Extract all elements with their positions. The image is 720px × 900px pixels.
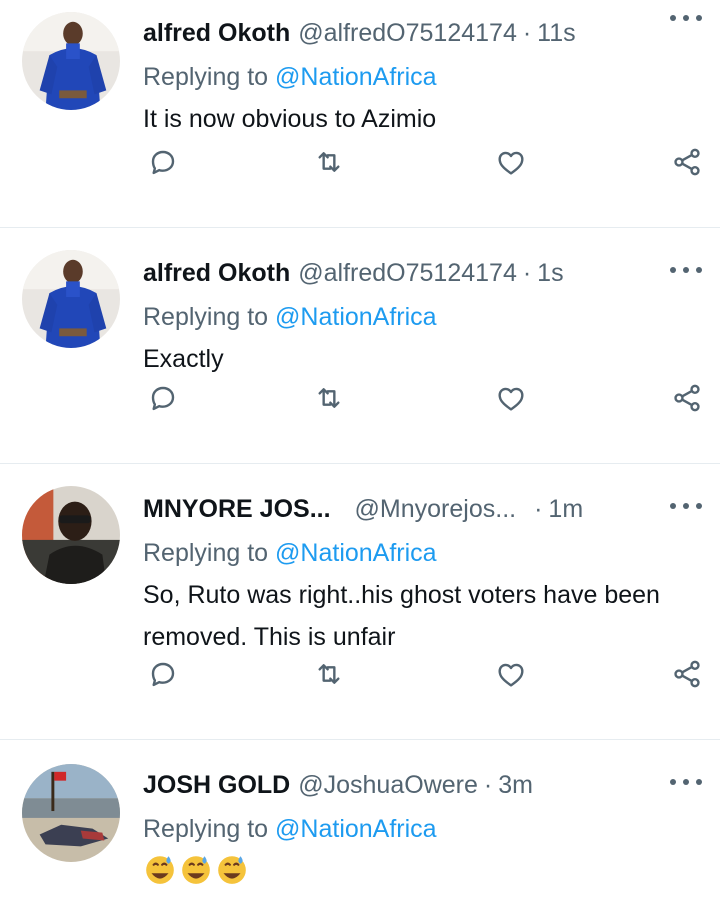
reply-button[interactable]	[145, 380, 181, 416]
retweet-icon	[318, 152, 340, 172]
like-icon	[498, 387, 524, 411]
retweet-button[interactable]	[311, 144, 347, 180]
tweet[interactable]: JOSH GOLD @JoshuaOwere · 3m Replying to …	[0, 740, 720, 900]
retweet-icon	[318, 664, 340, 684]
more-icon[interactable]	[670, 258, 702, 282]
like-button[interactable]	[493, 144, 529, 180]
share-button[interactable]	[669, 380, 705, 416]
avatar-image	[22, 12, 120, 110]
tweet-text: So, Ruto was right..his ghost voters hav…	[143, 581, 660, 651]
like-button[interactable]	[493, 380, 529, 416]
tweet[interactable]: alfred Okoth @alfredO75124174 · 11s Repl…	[0, 0, 720, 228]
reply-icon	[151, 150, 175, 175]
replying-to: Replying to @NationAfrica	[143, 536, 720, 570]
replying-to: Replying to @NationAfrica	[143, 60, 720, 94]
separator-dot: ·	[522, 259, 532, 287]
author-handle[interactable]: @alfredO75124174	[298, 16, 517, 50]
like-icon	[498, 663, 524, 687]
more-icon[interactable]	[670, 494, 702, 518]
avatar-image	[22, 764, 120, 862]
reply-button[interactable]	[145, 144, 181, 180]
replying-to-label: Replying to	[143, 303, 269, 331]
timestamp[interactable]: 1s	[537, 256, 563, 290]
tweet-text: It is now obvious to Azimio	[143, 105, 437, 133]
retweet-button[interactable]	[311, 656, 347, 692]
author-handle[interactable]: @Mnyorejos...	[355, 492, 517, 526]
author-name[interactable]: JOSH GOLD	[143, 768, 290, 802]
replying-to: Replying to @NationAfrica	[143, 300, 720, 334]
tweet-text: Exactly	[143, 345, 224, 373]
author-name[interactable]: alfred Okoth	[143, 256, 290, 290]
separator-dot: ·	[522, 19, 532, 47]
share-button[interactable]	[669, 144, 705, 180]
more-icon[interactable]	[670, 6, 702, 30]
tweet-text	[143, 852, 720, 886]
mention-link[interactable]: @NationAfrica	[275, 539, 437, 567]
author-name[interactable]: MNYORE JOS...	[143, 492, 331, 526]
reply-button[interactable]	[145, 656, 181, 692]
timestamp[interactable]: 1m	[548, 492, 583, 526]
reply-icon	[151, 386, 175, 411]
share-icon	[674, 660, 700, 688]
tweet[interactable]: MNYORE JOS... @Mnyorejos... · 1m Replyin…	[0, 464, 720, 740]
mention-link[interactable]: @NationAfrica	[275, 303, 437, 331]
replying-to-label: Replying to	[143, 63, 269, 91]
replying-to: Replying to @NationAfrica	[143, 812, 720, 846]
separator-dot: ·	[483, 771, 493, 799]
avatar-image	[22, 250, 120, 348]
more-icon[interactable]	[670, 770, 702, 794]
reply-icon	[151, 662, 175, 687]
sweat-smile-emoji	[179, 852, 213, 886]
share-icon	[674, 148, 700, 176]
author-name[interactable]: alfred Okoth	[143, 16, 290, 50]
share-button[interactable]	[669, 656, 705, 692]
replying-to-label: Replying to	[143, 539, 269, 567]
timestamp[interactable]: 11s	[537, 16, 575, 50]
avatar[interactable]	[22, 764, 120, 862]
timestamp[interactable]: 3m	[498, 768, 533, 802]
replying-to-label: Replying to	[143, 815, 269, 843]
retweet-icon	[318, 388, 340, 408]
like-button[interactable]	[493, 656, 529, 692]
author-handle[interactable]: @JoshuaOwere	[298, 768, 478, 802]
sweat-smile-emoji	[143, 852, 177, 886]
tweet[interactable]: alfred Okoth @alfredO75124174 · 1s Reply…	[0, 228, 720, 464]
mention-link[interactable]: @NationAfrica	[275, 63, 437, 91]
mention-link[interactable]: @NationAfrica	[275, 815, 437, 843]
avatar-image	[22, 486, 120, 584]
avatar[interactable]	[22, 12, 120, 110]
sweat-smile-emoji	[215, 852, 249, 886]
author-handle[interactable]: @alfredO75124174	[298, 256, 517, 290]
avatar[interactable]	[22, 486, 120, 584]
avatar[interactable]	[22, 250, 120, 348]
retweet-button[interactable]	[311, 380, 347, 416]
separator-dot: ·	[534, 495, 543, 523]
share-icon	[674, 384, 700, 412]
like-icon	[498, 151, 524, 175]
